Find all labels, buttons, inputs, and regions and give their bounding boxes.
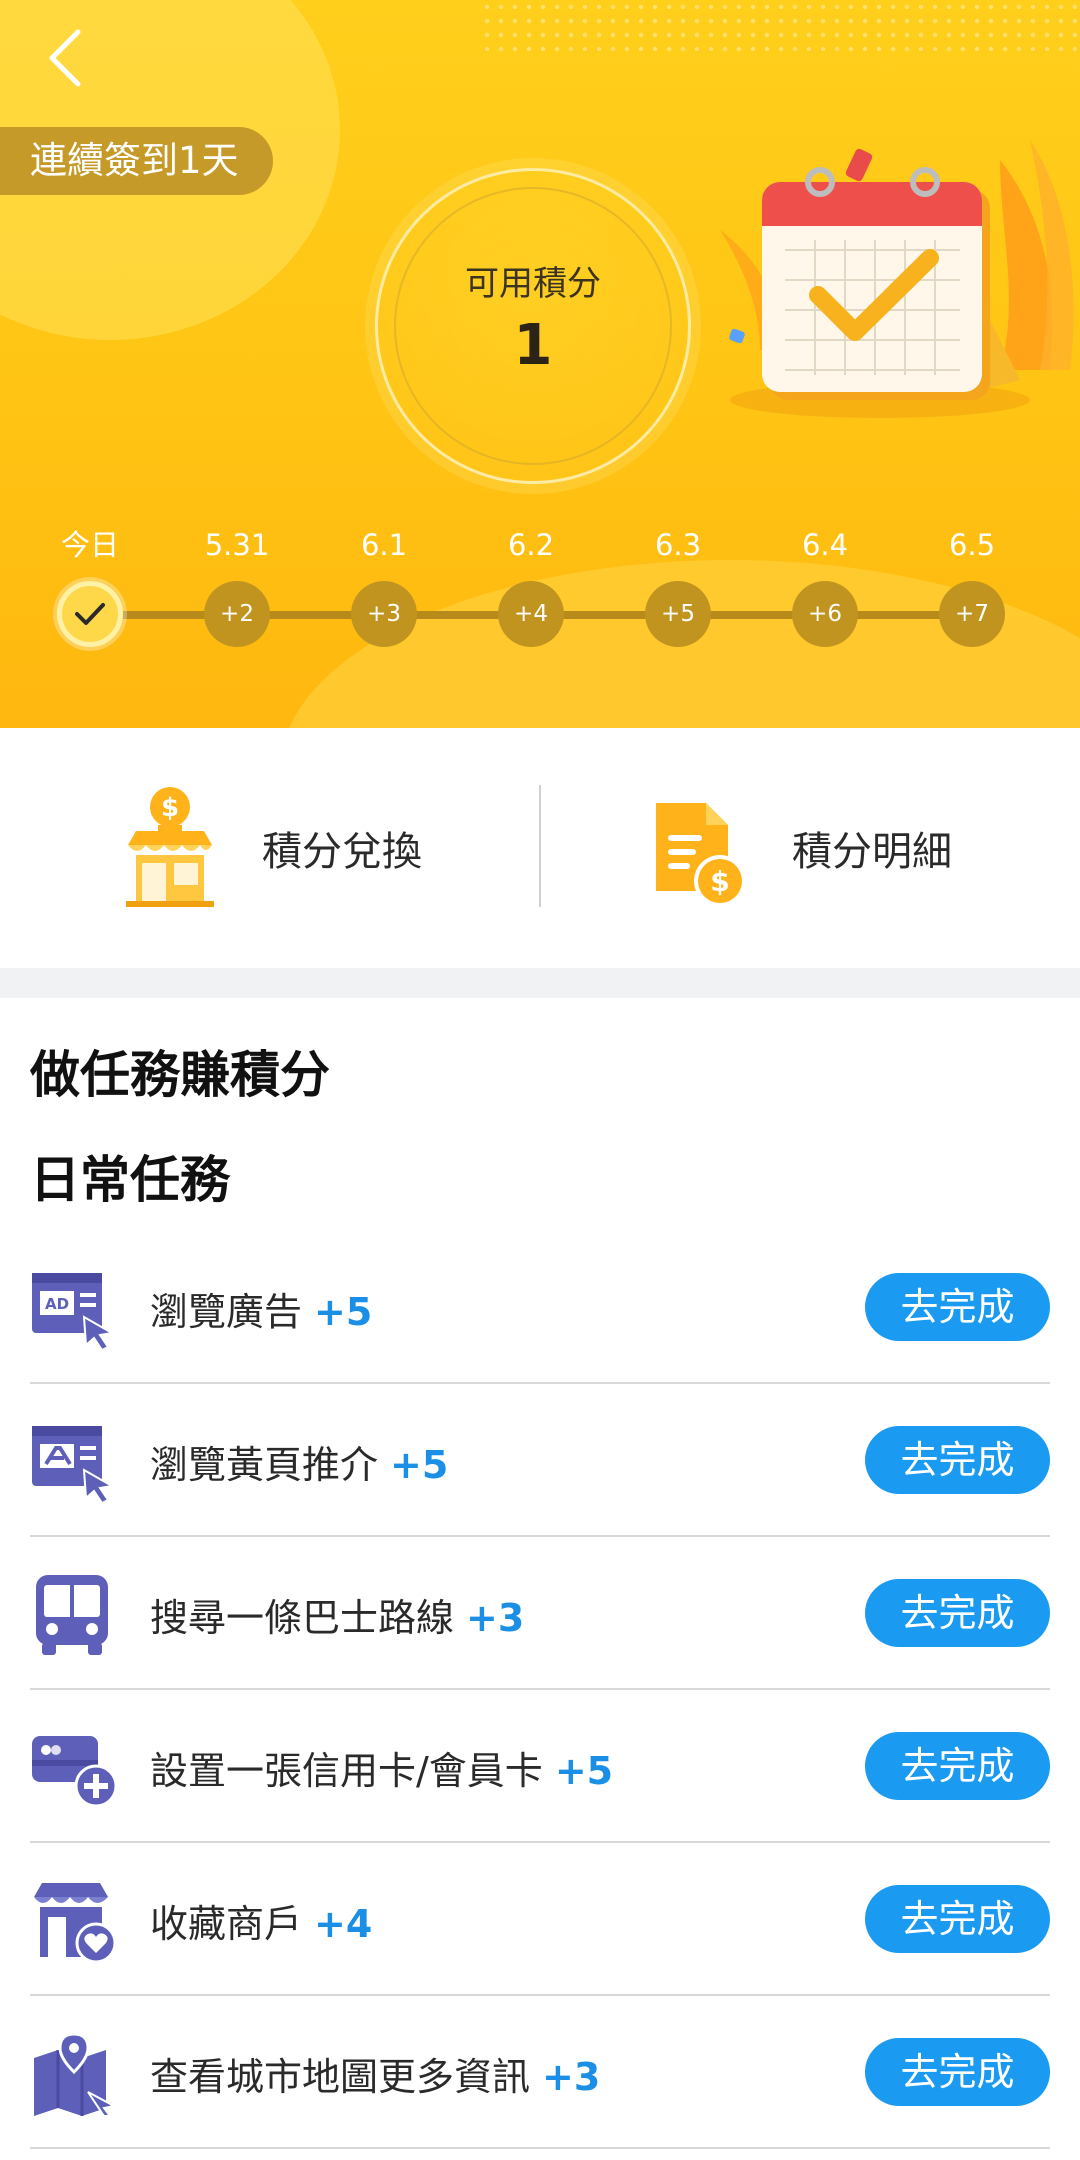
favorite-shop-icon (30, 1879, 118, 1964)
city-map-icon (30, 2032, 118, 2117)
task-row: 查看城市地圖更多資訊 +3 去完成 (30, 1996, 1050, 2149)
add-card-icon (30, 1726, 118, 1810)
checkin-day: 6.3 +5 (633, 525, 723, 647)
yellow-pages-browser-icon (30, 1420, 118, 1505)
streak-badge: 連續簽到1天 (0, 127, 273, 195)
checkin-day-reward: +2 (204, 581, 270, 647)
checkin-day: 5.31 +2 (192, 525, 282, 647)
task-label-line: 查看城市地圖更多資訊 +3 (150, 2046, 600, 2101)
task-row: 設置一張信用卡/會員卡 +5 去完成 (30, 1690, 1050, 1843)
task-label: 瀏覽廣告 (150, 1290, 303, 1334)
task-points: +4 (314, 1902, 373, 1946)
document-coin-icon: $ (656, 803, 746, 907)
task-points: +5 (314, 1290, 373, 1334)
checkmark-icon (75, 603, 105, 625)
ad-browser-icon: AD (30, 1267, 118, 1352)
checkin-day-label: 今日 (60, 528, 119, 562)
redeem-points-label: 積分兌換 (262, 829, 422, 875)
task-label-line: 收藏商戶 +4 (150, 1893, 372, 1948)
task-label-line: 瀏覽黃頁推介 +5 (150, 1434, 448, 1489)
checkin-day-label: 6.4 (801, 528, 849, 562)
svg-text:$: $ (161, 793, 179, 823)
checkin-day: 6.2 +4 (486, 525, 576, 647)
points-label: 可用積分 (465, 264, 601, 304)
checkin-header: 連續簽到1天 可用積分 1 今日 5.31 +2 6.1 +3 6.2 +4 6… (0, 0, 1080, 728)
checkin-day-checked (57, 581, 123, 647)
checkin-day: 6.5 +7 (927, 525, 1017, 647)
task-label: 查看城市地圖更多資訊 (150, 2055, 531, 2099)
task-row: 搜尋一條巴士路線 +3 去完成 (30, 1537, 1050, 1690)
shop-coin-icon: $ (126, 787, 214, 907)
tasks-section-title: 做任務賺積分 (30, 1046, 330, 1104)
task-points: +3 (542, 2055, 601, 2099)
checkin-day: 今日 (45, 525, 135, 647)
task-label: 搜尋一條巴士路線 (150, 1596, 455, 1640)
task-label-line: 瀏覽廣告 +5 (150, 1281, 372, 1336)
checkin-day-label: 6.1 (360, 528, 408, 562)
task-row: 瀏覽黃頁推介 +5 去完成 (30, 1384, 1050, 1537)
checkin-day-reward: +7 (939, 581, 1005, 647)
task-points: +5 (554, 1749, 614, 1793)
task-complete-button[interactable]: 去完成 (865, 2038, 1050, 2106)
points-details-label: 積分明細 (792, 829, 952, 875)
task-complete-button[interactable]: 去完成 (865, 1885, 1050, 1953)
checkin-day-label: 6.5 (948, 528, 996, 562)
task-label-line: 搜尋一條巴士路線 +3 (150, 1587, 524, 1642)
chevron-left-icon (49, 29, 81, 87)
checkin-day-reward: +5 (645, 581, 711, 647)
task-label: 收藏商戶 (150, 1902, 303, 1946)
checkin-day-reward: +3 (351, 581, 417, 647)
points-details-button[interactable]: $ 積分明細 (650, 728, 952, 968)
task-complete-button[interactable]: 去完成 (865, 1732, 1050, 1800)
task-label-line: 設置一張信用卡/會員卡 +5 (150, 1740, 613, 1795)
header-decor-dots (480, 0, 1080, 60)
points-actions: $ 積分兌換 $ 積分明細 (0, 728, 1080, 968)
checkin-day: 6.4 +6 (780, 525, 870, 647)
task-complete-button[interactable]: 去完成 (865, 1426, 1050, 1494)
checkin-day: 6.1 +3 (339, 525, 429, 647)
task-row: 收藏商戶 +4 去完成 (30, 1843, 1050, 1996)
points-display: 可用積分 1 (394, 187, 672, 465)
task-label: 設置一張信用卡/會員卡 (150, 1749, 543, 1793)
task-label: 瀏覽黃頁推介 (150, 1443, 379, 1487)
task-points: +5 (390, 1443, 449, 1487)
task-points: +3 (466, 1596, 525, 1640)
calendar-illustration-icon (720, 140, 1074, 418)
bus-icon (30, 1573, 118, 1657)
section-separator (0, 968, 1080, 998)
task-complete-button[interactable]: 去完成 (865, 1579, 1050, 1647)
checkin-day-reward: +4 (498, 581, 564, 647)
svg-text:AD: AD (45, 1295, 69, 1313)
divider (539, 785, 541, 907)
daily-tasks-heading: 日常任務 (30, 1151, 230, 1209)
svg-text:$: $ (710, 865, 729, 898)
redeem-points-button[interactable]: $ 積分兌換 (120, 728, 422, 968)
task-row: AD 瀏覽廣告 +5 去完成 (30, 1231, 1050, 1384)
checkin-day-label: 6.2 (507, 528, 555, 562)
checkin-day-reward: +6 (792, 581, 858, 647)
checkin-days-track: 今日 5.31 +2 6.1 +3 6.2 +4 6.3 +5 6.4 +6 6… (0, 525, 1080, 655)
task-complete-button[interactable]: 去完成 (865, 1273, 1050, 1341)
checkin-day-label: 6.3 (654, 528, 702, 562)
back-button[interactable] (36, 26, 100, 90)
points-value: 1 (513, 313, 553, 378)
checkin-day-label: 5.31 (204, 528, 270, 562)
